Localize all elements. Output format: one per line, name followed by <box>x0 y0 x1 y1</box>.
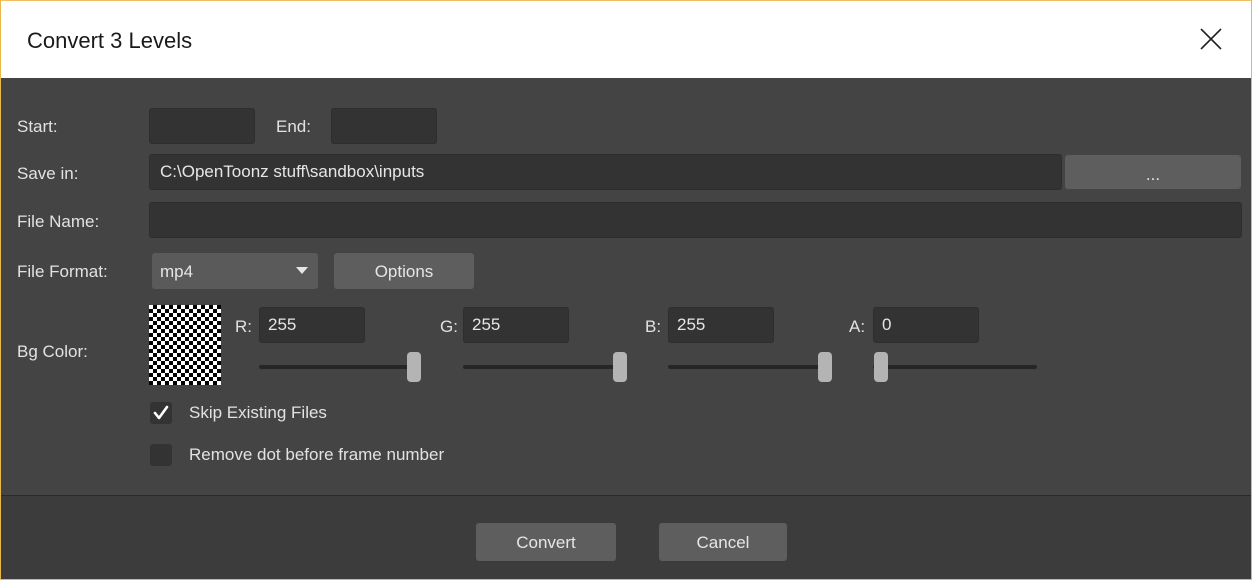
chevron-down-icon <box>296 267 308 274</box>
close-button[interactable] <box>1191 19 1231 59</box>
red-value-input[interactable] <box>259 307 365 343</box>
end-frame-input[interactable] <box>331 108 437 144</box>
blue-value-input[interactable] <box>668 307 774 343</box>
file-name-input[interactable] <box>149 202 1242 238</box>
close-icon <box>1200 28 1222 50</box>
file-format-dropdown[interactable]: mp4 <box>152 253 318 289</box>
red-slider-handle[interactable] <box>407 352 421 382</box>
start-label: Start: <box>17 117 58 136</box>
file-name-label: File Name: <box>17 212 100 231</box>
green-slider-track[interactable] <box>463 365 625 369</box>
blue-channel-label: B: <box>645 317 662 336</box>
red-slider-track[interactable] <box>259 365 419 369</box>
browse-folder-button[interactable]: ... <box>1065 155 1241 189</box>
skip-existing-label: Skip Existing Files <box>189 403 327 422</box>
end-label: End: <box>276 117 311 136</box>
green-slider-handle[interactable] <box>613 352 627 382</box>
save-in-label: Save in: <box>17 164 79 183</box>
alpha-slider-handle[interactable] <box>874 352 888 382</box>
file-format-selected: mp4 <box>160 262 194 281</box>
format-options-button[interactable]: Options <box>334 253 474 289</box>
red-channel-label: R: <box>235 317 252 336</box>
dialog-footer: Convert Cancel <box>1 495 1251 579</box>
remove-dot-checkbox[interactable] <box>150 444 172 466</box>
bg-color-label: Bg Color: <box>17 342 88 361</box>
blue-slider-handle[interactable] <box>818 352 832 382</box>
alpha-channel-label: A: <box>849 317 866 336</box>
green-channel-label: G: <box>440 317 458 336</box>
green-value-input[interactable] <box>463 307 569 343</box>
file-format-label: File Format: <box>17 262 108 281</box>
convert-levels-dialog: Convert 3 Levels Start: End: Save in: ..… <box>0 0 1252 580</box>
convert-button[interactable]: Convert <box>476 523 616 561</box>
skip-existing-checkbox[interactable] <box>150 402 172 424</box>
save-in-path-field[interactable] <box>149 154 1062 190</box>
checkmark-icon <box>153 405 169 420</box>
dialog-title: Convert 3 Levels <box>27 28 193 53</box>
remove-dot-label: Remove dot before frame number <box>189 445 445 464</box>
alpha-slider-track[interactable] <box>873 365 1037 369</box>
bg-color-swatch[interactable] <box>149 305 221 385</box>
alpha-value-input[interactable] <box>873 307 979 343</box>
blue-slider-track[interactable] <box>668 365 830 369</box>
cancel-button[interactable]: Cancel <box>659 523 787 561</box>
start-frame-input[interactable] <box>149 108 255 144</box>
title-bar: Convert 3 Levels <box>1 1 1251 78</box>
